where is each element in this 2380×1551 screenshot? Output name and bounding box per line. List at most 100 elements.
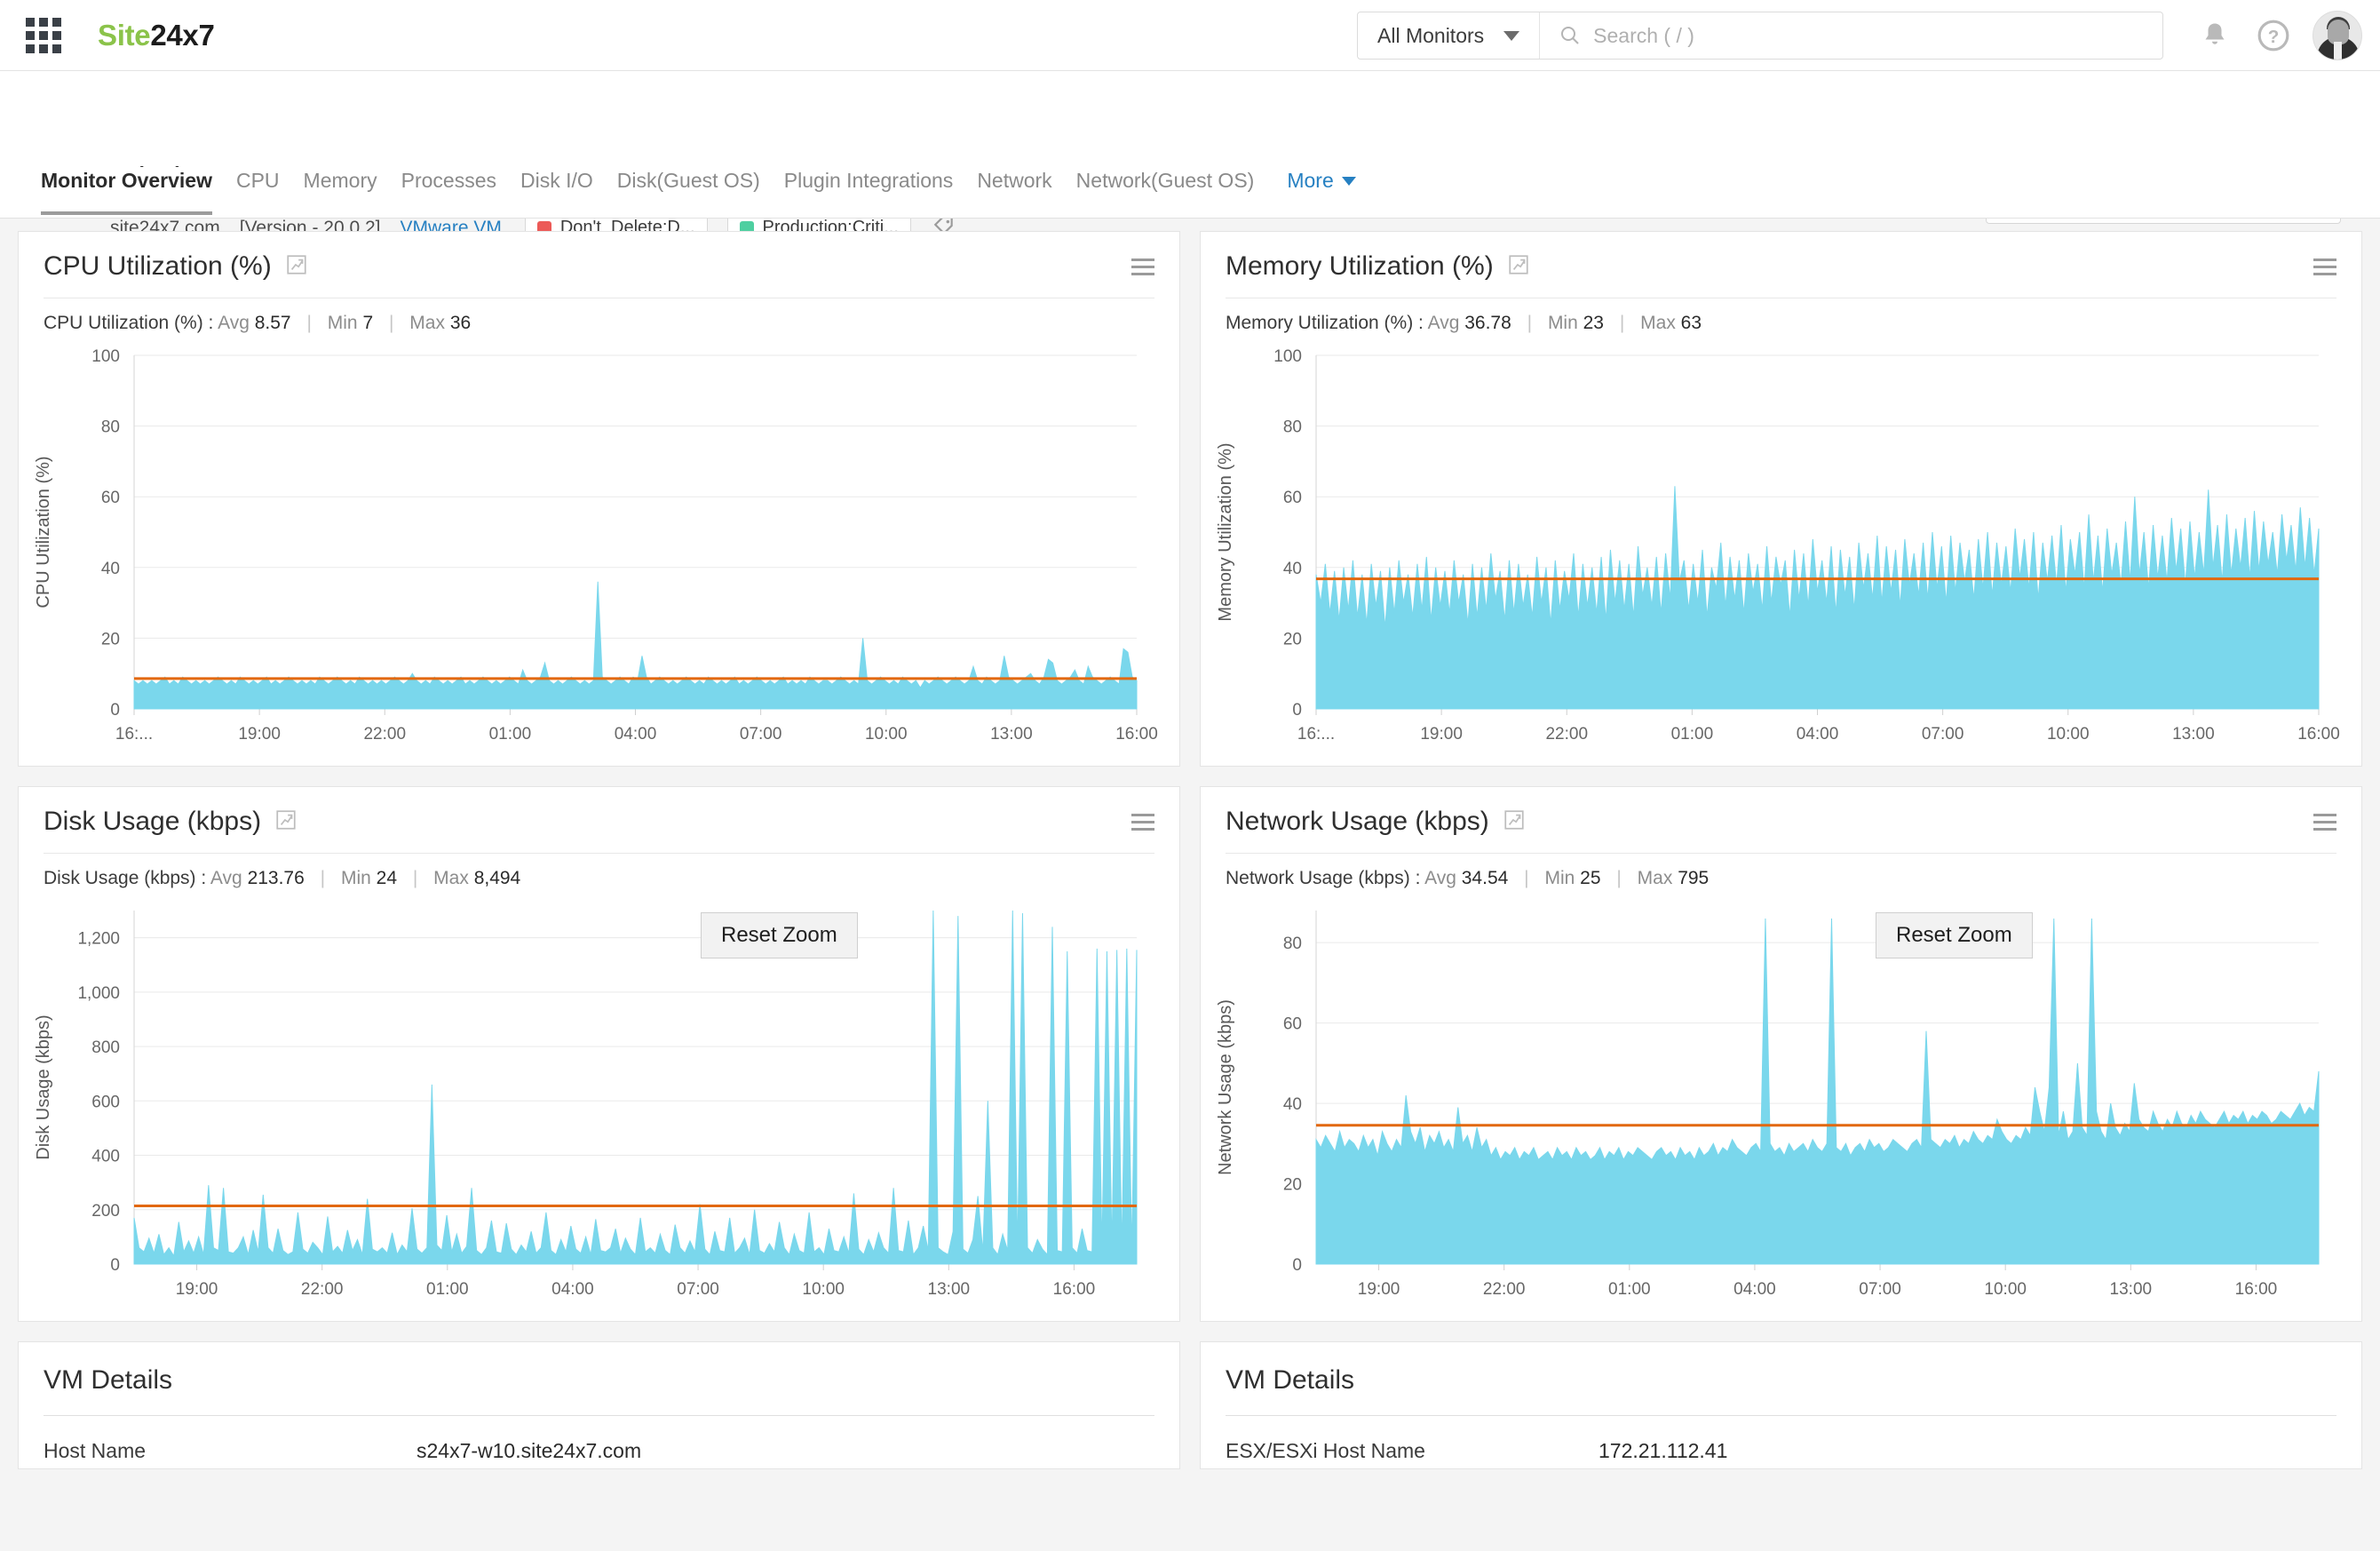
tab-disk-io[interactable]: Disk I/O: [520, 167, 593, 193]
card-title-network: Network Usage (kbps): [1226, 807, 1489, 836]
stat-divider: |: [388, 313, 394, 333]
stat-avg-key: Avg: [218, 313, 250, 333]
stat-divider: |: [320, 868, 326, 888]
stat-label: CPU Utilization (%) :: [44, 313, 214, 333]
svg-text:200: 200: [91, 1202, 120, 1221]
svg-text:04:00: 04:00: [1733, 1280, 1776, 1299]
chart-menu-icon[interactable]: [1131, 258, 1154, 275]
svg-text:07:00: 07:00: [1859, 1280, 1901, 1299]
card-title-cpu: CPU Utilization (%): [44, 251, 272, 281]
svg-text:20: 20: [101, 630, 120, 648]
chart-memory-utilization[interactable]: 0 20 40 60 80 100 16:... 19:00 22:00 01:00 04:00 07…: [1201, 339, 2361, 766]
help-icon[interactable]: ?: [2254, 16, 2293, 55]
expand-chart-icon[interactable]: [285, 253, 308, 281]
tab-processes[interactable]: Processes: [401, 167, 496, 193]
chevron-down-icon: [1503, 30, 1520, 41]
stat-divider: |: [1616, 868, 1622, 888]
svg-text:13:00: 13:00: [2110, 1280, 2153, 1299]
svg-text:16:00: 16:00: [1053, 1280, 1096, 1299]
svg-text:04:00: 04:00: [1797, 725, 1839, 744]
svg-text:13:00: 13:00: [2172, 725, 2215, 744]
vm-detail-value: s24x7-w10.site24x7.com: [416, 1439, 642, 1462]
monitor-filter-dropdown[interactable]: All Monitors: [1358, 12, 1541, 59]
tab-plugin-integrations[interactable]: Plugin Integrations: [784, 167, 954, 193]
stat-avg-value: 213.76: [247, 868, 305, 888]
site24x7-logo[interactable]: Site24x7: [98, 19, 215, 52]
stat-max-value: 36: [449, 313, 472, 333]
stat-max-value: 8,494: [473, 868, 521, 888]
avatar[interactable]: [2313, 11, 2362, 60]
svg-text:19:00: 19:00: [238, 725, 281, 744]
stat-avg-key: Avg: [1424, 868, 1456, 888]
stat-avg-value: 8.57: [254, 313, 291, 333]
expand-chart-icon[interactable]: [274, 808, 298, 836]
svg-text:80: 80: [1283, 418, 1302, 437]
svg-text:80: 80: [1283, 935, 1302, 953]
chart-menu-icon[interactable]: [2313, 258, 2336, 275]
stat-min-key: Min: [340, 868, 371, 888]
expand-chart-icon[interactable]: [1503, 808, 1526, 836]
svg-text:1,000: 1,000: [77, 984, 120, 1003]
chart-menu-icon[interactable]: [2313, 813, 2336, 831]
vm-detail-key: Host Name: [44, 1439, 147, 1462]
stat-label: Network Usage (kbps) :: [1226, 868, 1421, 888]
stat-min-key: Min: [327, 313, 358, 333]
search-input[interactable]: [1593, 23, 2162, 48]
reset-zoom-button-disk[interactable]: Reset Zoom: [701, 912, 858, 958]
expand-chart-icon[interactable]: [1507, 253, 1530, 281]
svg-text:10:00: 10:00: [865, 725, 908, 744]
reset-zoom-button-network[interactable]: Reset Zoom: [1876, 912, 2033, 958]
svg-text:100: 100: [1273, 347, 1302, 366]
monitor-header: Windows server site24x7.com [Version - 2…: [0, 71, 2380, 244]
chart-network-usage[interactable]: 0 20 40 60 80 19:00 22:00 01:00 04:00 07:00 10:00 1…: [1201, 895, 2361, 1321]
card-header: Network Usage (kbps): [1201, 787, 2361, 853]
svg-text:1,200: 1,200: [77, 930, 120, 949]
apps-grid-icon[interactable]: [23, 15, 64, 56]
tab-cpu[interactable]: CPU: [236, 167, 280, 193]
stat-max-key: Max: [1640, 313, 1676, 333]
tab-network[interactable]: Network: [977, 167, 1051, 193]
card-network-usage: Network Usage (kbps) Network Usage (kbps…: [1200, 786, 2362, 1322]
svg-text:16:00: 16:00: [2235, 1280, 2278, 1299]
vm-details-title: VM Details: [1226, 1365, 1355, 1395]
chart-disk-usage[interactable]: 0 200 400 600 800 1,000 1,200 19:00 22:00 01:00 04…: [19, 895, 1179, 1321]
tab-more-label: More: [1287, 169, 1334, 192]
card-cpu-utilization: CPU Utilization (%) CPU Utilization (%) …: [18, 231, 1180, 767]
card-stats-cpu: CPU Utilization (%) : Avg 8.57 | Min 7 |…: [19, 298, 1179, 339]
svg-text:0: 0: [110, 1256, 120, 1275]
tab-memory[interactable]: Memory: [304, 167, 377, 193]
chart-cpu-utilization[interactable]: 0 20 40 60 80 100 16:... 19:00 22:00 01:00 04:00 07…: [19, 339, 1179, 766]
bell-icon[interactable]: [2195, 16, 2234, 55]
card-title-memory: Memory Utilization (%): [1226, 251, 1494, 281]
svg-text:10:00: 10:00: [2047, 725, 2090, 744]
svg-text:60: 60: [1283, 489, 1302, 507]
card-vm-details-left: VM Details Host Name s24x7-w10.site24x7.…: [18, 1341, 1180, 1469]
tab-monitor-overview[interactable]: Monitor Overview: [41, 167, 212, 215]
tab-more[interactable]: More: [1287, 167, 1356, 193]
svg-text:04:00: 04:00: [551, 1280, 594, 1299]
global-search-bar: All Monitors: [1357, 12, 2163, 60]
monitor-filter-label: All Monitors: [1377, 23, 1485, 47]
stat-divider: |: [1524, 868, 1529, 888]
svg-text:0: 0: [1292, 701, 1302, 720]
stat-label: Disk Usage (kbps) :: [44, 868, 207, 888]
svg-text:19:00: 19:00: [1420, 725, 1463, 744]
svg-text:Network Usage (kbps): Network Usage (kbps): [1216, 999, 1235, 1175]
chart-menu-icon[interactable]: [1131, 813, 1154, 831]
search-field-wrap: [1540, 23, 2162, 48]
svg-text:13:00: 13:00: [928, 1280, 971, 1299]
svg-text:07:00: 07:00: [1922, 725, 1964, 744]
svg-text:60: 60: [1283, 1015, 1302, 1034]
stat-label: Memory Utilization (%) :: [1226, 313, 1424, 333]
tab-network-guest-os[interactable]: Network(Guest OS): [1076, 167, 1255, 193]
svg-text:0: 0: [1292, 1256, 1302, 1275]
tab-disk-guest-os[interactable]: Disk(Guest OS): [617, 167, 760, 193]
svg-text:22:00: 22:00: [301, 1280, 344, 1299]
svg-text:16:...: 16:...: [1297, 725, 1335, 744]
stat-divider: |: [1619, 313, 1625, 333]
stat-avg-value: 36.78: [1464, 313, 1511, 333]
brand-name-part2: 24x7: [150, 18, 215, 52]
svg-text:100: 100: [91, 347, 120, 366]
svg-text:CPU Utilization (%): CPU Utilization (%): [34, 456, 53, 608]
card-header: CPU Utilization (%): [19, 232, 1179, 298]
